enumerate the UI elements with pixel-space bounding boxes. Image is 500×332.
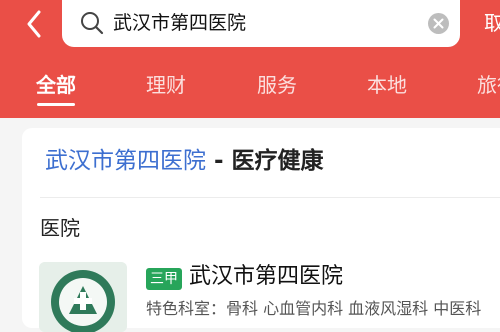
- hospital-emblem-icon[interactable]: [39, 262, 127, 332]
- tab-finance[interactable]: 理财: [146, 71, 186, 99]
- clear-search-button[interactable]: [428, 13, 449, 34]
- result-title-name[interactable]: 武汉市第四医院: [45, 148, 206, 174]
- divider: [40, 197, 500, 198]
- cancel-button[interactable]: 取消: [484, 8, 500, 38]
- result-title[interactable]: 武汉市第四医院 - 医疗健康: [45, 145, 324, 177]
- tab-all[interactable]: 全部: [36, 71, 76, 99]
- result-card: 武汉市第四医院 - 医疗健康 医院 三甲 武汉市第四医院 特色科室：骨科 心血管…: [22, 128, 500, 332]
- search-input-value[interactable]: 武汉市第四医院: [113, 9, 246, 37]
- hospital-departments: 特色科室：骨科 心血管内科 血液风湿科 中医科: [146, 299, 482, 318]
- close-icon: [433, 18, 444, 29]
- search-icon: [81, 12, 104, 35]
- tab-services[interactable]: 服务: [257, 71, 297, 99]
- tab-local[interactable]: 本地: [367, 71, 407, 99]
- tab-travel[interactable]: 旅行: [477, 71, 500, 99]
- search-input[interactable]: 武汉市第四医院: [62, 0, 460, 47]
- section-label: 医院: [40, 216, 80, 240]
- active-tab-indicator: [37, 103, 75, 106]
- back-button[interactable]: [20, 7, 48, 41]
- hospital-grade-badge: 三甲: [146, 268, 182, 290]
- hospital-name[interactable]: 武汉市第四医院: [189, 262, 343, 292]
- hospital-emblem-graphic: [39, 262, 127, 332]
- chevron-left-icon: [27, 10, 41, 38]
- top-header: 武汉市第四医院 取消 全部 理财 服务 本地 旅行: [0, 0, 500, 118]
- result-title-category: - 医疗健康: [206, 148, 324, 174]
